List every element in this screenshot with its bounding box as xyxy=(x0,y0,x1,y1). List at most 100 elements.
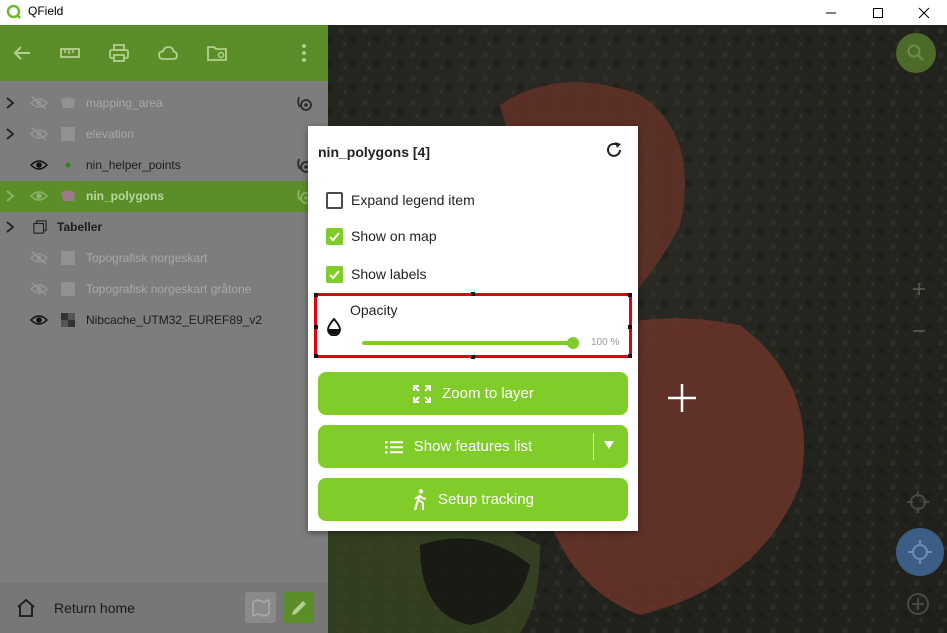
browse-mode-button[interactable] xyxy=(245,592,276,623)
more-vert-icon xyxy=(302,44,306,62)
layer-name: mapping_area xyxy=(86,96,163,110)
opacity-slider-handle[interactable] xyxy=(567,337,579,349)
home-icon[interactable] xyxy=(16,598,36,618)
checkbox-label: Expand legend item xyxy=(351,192,475,208)
layer-name: Topografisk norgeskart xyxy=(86,251,208,265)
layer-name: Tabeller xyxy=(57,220,103,234)
eye-off-icon[interactable] xyxy=(30,96,48,110)
maximize-button[interactable] xyxy=(855,0,901,25)
add-feature-button[interactable] xyxy=(902,588,934,620)
chevron-right-icon[interactable] xyxy=(4,127,16,141)
zoom-in-button[interactable] xyxy=(906,276,932,302)
more-menu-button[interactable] xyxy=(290,39,318,67)
checkbox[interactable] xyxy=(326,265,343,283)
layer-row-topografisk-norgeskart[interactable]: Topografisk norgeskart xyxy=(0,243,328,274)
layer-row-mapping-area[interactable]: mapping_area xyxy=(0,88,328,119)
selection-handle xyxy=(471,292,475,296)
project-folder-button[interactable] xyxy=(203,39,231,67)
checkmark-icon xyxy=(329,269,340,279)
expand-legend-item-checkbox[interactable]: Expand legend item xyxy=(326,190,475,210)
group-icon xyxy=(33,220,47,234)
walking-person-icon xyxy=(413,488,427,510)
selection-handle xyxy=(314,293,318,297)
layer-row-elevation[interactable]: elevation xyxy=(0,119,328,150)
checkbox-label: Show labels xyxy=(351,266,427,282)
layer-name: Nibcache_UTM32_EUREF89_v2 xyxy=(86,313,263,327)
layer-name: nin_helper_points xyxy=(86,158,181,172)
raster-layer-icon xyxy=(61,127,75,141)
chevron-right-icon[interactable] xyxy=(4,96,16,110)
layer-name: Topografisk norgeskart gråtone xyxy=(86,282,252,296)
tracking-icon[interactable] xyxy=(296,95,314,113)
eye-off-icon[interactable] xyxy=(30,127,48,141)
edit-mode-button[interactable] xyxy=(283,592,314,623)
back-button[interactable] xyxy=(8,39,36,67)
print-button[interactable] xyxy=(105,39,133,67)
button-divider xyxy=(593,433,594,460)
show-labels-checkbox[interactable]: Show labels xyxy=(326,264,427,284)
layer-properties-popup: nin_polygons [4] Expand legend item Show… xyxy=(308,126,638,531)
selection-handle xyxy=(628,293,632,297)
gps-crosshair-button[interactable] xyxy=(902,486,934,518)
location-icon xyxy=(908,540,932,564)
layer-row-nin-polygons[interactable]: nin_polygons xyxy=(0,181,328,212)
map-icon xyxy=(251,598,270,617)
polygon-layer-icon xyxy=(61,97,75,108)
zoom-out-button[interactable] xyxy=(906,318,932,344)
maximize-icon xyxy=(873,7,883,18)
refresh-icon[interactable] xyxy=(604,140,624,160)
return-home-label[interactable]: Return home xyxy=(54,600,135,616)
opacity-value: 100 % xyxy=(591,337,620,348)
raster-layer-icon xyxy=(61,282,75,296)
minimize-icon xyxy=(826,12,836,13)
zoom-extent-icon xyxy=(413,384,432,403)
add-circle-icon xyxy=(907,593,929,615)
layer-name: nin_polygons xyxy=(86,189,164,203)
search-icon xyxy=(907,44,924,61)
show-features-list-label: Show features list xyxy=(413,438,533,455)
setup-tracking-button[interactable]: Setup tracking xyxy=(318,478,628,521)
opacity-slider-track[interactable] xyxy=(362,341,573,345)
popup-title: nin_polygons [4] xyxy=(318,144,430,160)
checkbox[interactable] xyxy=(326,191,343,209)
panel-footer: Return home xyxy=(0,583,328,633)
cloud-icon xyxy=(158,46,178,60)
selection-handle xyxy=(314,354,318,358)
chevron-right-icon[interactable] xyxy=(4,220,16,234)
checkmark-icon xyxy=(329,231,340,241)
title-bar: QField xyxy=(0,0,947,25)
selection-handle xyxy=(628,354,632,358)
cloud-button[interactable] xyxy=(154,39,182,67)
search-button[interactable] xyxy=(896,33,936,73)
chevron-right-icon[interactable] xyxy=(4,189,16,203)
layer-row-topografisk-norgeskart-gratone[interactable]: Topografisk norgeskart gråtone xyxy=(0,274,328,305)
close-button[interactable] xyxy=(901,0,947,25)
dropdown-arrow-icon[interactable] xyxy=(602,437,616,453)
zoom-to-layer-button[interactable]: Zoom to layer xyxy=(318,372,628,415)
panel-toolbar xyxy=(0,25,328,81)
layer-row-nin-helper-points[interactable]: nin_helper_points xyxy=(0,150,328,181)
layer-row-nibcache[interactable]: Nibcache_UTM32_EUREF89_v2 xyxy=(0,305,328,336)
opacity-label: Opacity xyxy=(350,302,398,318)
checkbox[interactable] xyxy=(326,227,343,245)
checkbox-label: Show on map xyxy=(351,228,437,244)
measure-button[interactable] xyxy=(56,39,84,67)
eye-icon[interactable] xyxy=(30,158,48,172)
window-title: QField xyxy=(28,4,64,18)
printer-icon xyxy=(109,44,129,62)
polygon-layer-icon xyxy=(61,190,75,201)
back-arrow-icon xyxy=(13,46,30,60)
minus-icon xyxy=(913,330,925,332)
show-features-list-button[interactable]: Show features list xyxy=(318,425,628,468)
locate-button[interactable] xyxy=(896,528,944,576)
layer-row-tabeller[interactable]: Tabeller xyxy=(0,212,328,243)
show-on-map-checkbox[interactable]: Show on map xyxy=(326,226,437,246)
list-icon xyxy=(384,440,403,453)
eye-icon[interactable] xyxy=(30,189,48,203)
eye-off-icon[interactable] xyxy=(30,251,48,265)
close-icon xyxy=(918,7,930,18)
minimize-button[interactable] xyxy=(808,0,854,25)
eye-icon[interactable] xyxy=(30,313,48,327)
eye-off-icon[interactable] xyxy=(30,282,48,296)
folder-settings-icon xyxy=(207,46,227,61)
